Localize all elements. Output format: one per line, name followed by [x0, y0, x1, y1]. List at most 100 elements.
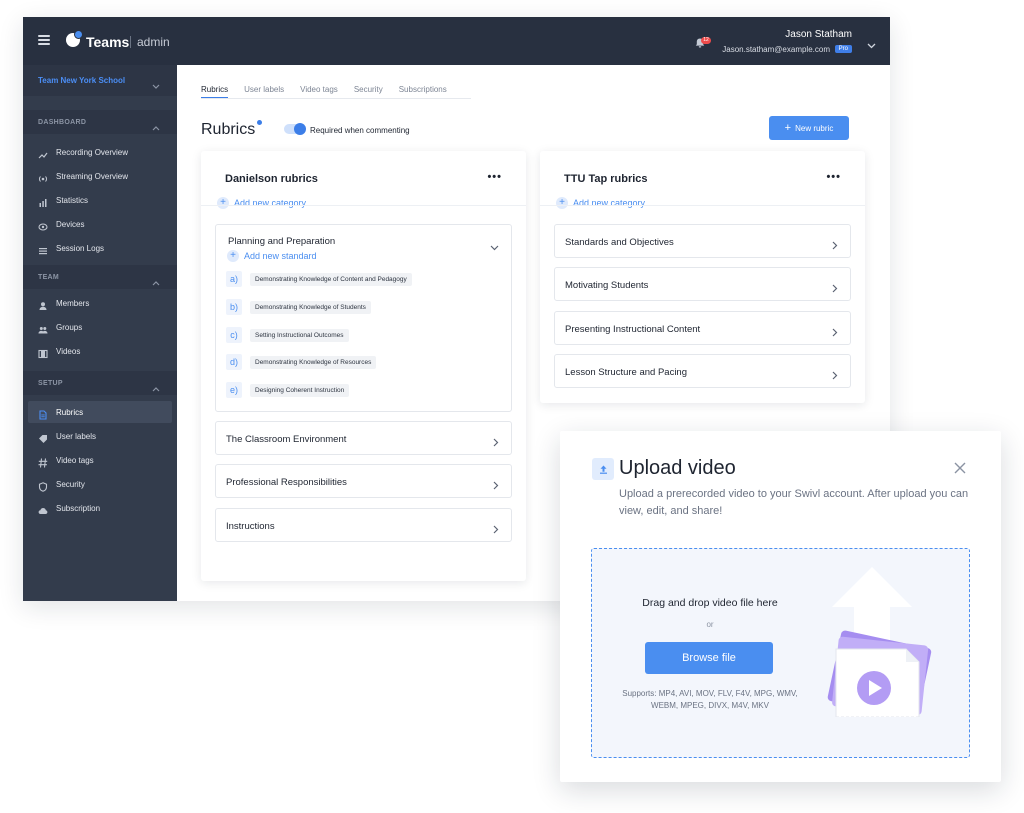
section-team[interactable]: TEAM — [23, 265, 177, 289]
user-icon — [38, 298, 48, 310]
team-name: Team New York School — [38, 76, 126, 85]
category-row[interactable]: Presenting Instructional Content — [554, 311, 851, 345]
sidebar-item-label: Session Logs — [56, 244, 105, 253]
more-options-icon[interactable]: ••• — [487, 171, 502, 183]
standard-letter: b) — [226, 299, 242, 315]
sidebar-item-label: Groups — [56, 323, 83, 332]
group-icon — [38, 322, 48, 334]
page-title: Rubrics — [201, 121, 256, 138]
sidebar-item-label: Streaming Overview — [56, 172, 129, 181]
sidebar-item-video-tags[interactable]: Video tags — [28, 449, 172, 471]
standard-letter: c) — [226, 327, 242, 343]
add-category-label: Add new category — [234, 198, 307, 208]
standard-letter: e) — [226, 382, 242, 398]
standard-letter: a) — [226, 271, 242, 287]
chevron-down-icon[interactable] — [490, 238, 499, 256]
bar-chart-icon — [38, 195, 48, 207]
tab-security[interactable]: Security — [354, 85, 383, 98]
sidebar: Team New York School DASHBOARD Recording… — [23, 65, 177, 601]
list-icon — [38, 243, 48, 255]
standard-chip[interactable]: Demonstrating Knowledge of Content and P… — [250, 272, 412, 286]
plus-circle-icon: + — [217, 197, 229, 209]
sidebar-item-security[interactable]: Security — [28, 473, 172, 495]
category-row[interactable]: Professional Responsibilities — [215, 464, 512, 498]
standard-chip[interactable]: Demonstrating Knowledge of Resources — [250, 355, 377, 369]
menu-icon[interactable] — [38, 35, 50, 45]
close-icon[interactable] — [953, 461, 967, 475]
section-setup[interactable]: SETUP — [23, 371, 177, 395]
rubric-card-danielson: Danielson rubrics ••• + Add new category… — [201, 151, 526, 581]
rubric-title: TTU Tap rubrics — [564, 173, 648, 185]
standard-item: a) Demonstrating Knowledge of Content an… — [226, 271, 412, 287]
hash-icon — [38, 455, 48, 468]
info-dot-icon — [257, 120, 262, 125]
more-options-icon[interactable]: ••• — [826, 171, 841, 183]
section-title: SETUP — [38, 380, 63, 387]
team-selector[interactable]: Team New York School — [23, 65, 177, 96]
sidebar-item-label: Security — [56, 480, 85, 489]
sidebar-item-statistics[interactable]: Statistics — [28, 189, 172, 211]
required-toggle[interactable] — [284, 123, 306, 135]
tab-subscriptions[interactable]: Subscriptions — [399, 85, 447, 98]
shield-icon — [38, 479, 48, 492]
standard-chip[interactable]: Setting Instructional Outcomes — [250, 328, 349, 342]
sidebar-item-devices[interactable]: Devices — [28, 213, 172, 235]
sidebar-item-groups[interactable]: Groups — [28, 316, 172, 338]
chevron-right-icon — [832, 367, 838, 385]
tab-video-tags[interactable]: Video tags — [300, 85, 338, 98]
category-row[interactable]: The Classroom Environment — [215, 421, 512, 455]
sidebar-item-subscription[interactable]: Subscription — [28, 497, 172, 519]
sidebar-item-videos[interactable]: Videos — [28, 340, 172, 362]
standard-chip[interactable]: Demonstrating Knowledge of Students — [250, 300, 371, 314]
new-rubric-label: New rubric — [795, 123, 834, 133]
film-icon — [38, 346, 48, 359]
teams-logo-icon — [66, 30, 83, 47]
category-row[interactable]: Motivating Students — [554, 267, 851, 301]
sidebar-item-rubrics[interactable]: Rubrics — [28, 401, 172, 423]
tab-rubrics[interactable]: Rubrics — [201, 85, 229, 98]
line-chart-icon — [38, 147, 48, 159]
sidebar-item-session-logs[interactable]: Session Logs — [28, 237, 172, 259]
or-text: or — [706, 620, 714, 629]
divider — [201, 205, 526, 206]
chevron-right-icon — [493, 477, 499, 495]
section-dashboard[interactable]: DASHBOARD — [23, 110, 177, 134]
chevron-up-icon — [152, 273, 160, 291]
chevron-down-icon[interactable] — [867, 36, 876, 54]
category-row[interactable]: Standards and Objectives — [554, 224, 851, 258]
chevron-up-icon — [152, 379, 160, 397]
tab-user-labels[interactable]: User labels — [244, 85, 284, 98]
device-icon — [38, 219, 48, 231]
sidebar-item-members[interactable]: Members — [28, 292, 172, 314]
new-rubric-button[interactable]: + New rubric — [769, 116, 849, 140]
category-row[interactable]: Instructions — [215, 508, 512, 542]
add-category-button[interactable]: + Add new category — [556, 197, 645, 209]
standard-chip[interactable]: Designing Coherent Instruction — [250, 383, 350, 397]
category-label: Lesson Structure and Pacing — [565, 367, 687, 378]
category-title: Planning and Preparation — [228, 236, 336, 247]
browse-file-button[interactable]: Browse file — [645, 642, 773, 674]
add-standard-button[interactable]: + Add new standard — [227, 250, 317, 262]
category-row[interactable]: Lesson Structure and Pacing — [554, 354, 851, 388]
standard-item: b) Demonstrating Knowledge of Students — [226, 299, 371, 315]
video-file-illustration — [821, 567, 941, 725]
brand-name: Teams — [86, 34, 130, 50]
label-icon — [38, 431, 48, 443]
document-icon — [38, 407, 48, 420]
chevron-right-icon — [832, 280, 838, 298]
upload-icon — [592, 458, 614, 480]
standard-letter: d) — [226, 354, 242, 370]
sidebar-item-recording-overview[interactable]: Recording Overview — [28, 141, 172, 163]
broadcast-icon — [38, 171, 48, 182]
divider — [540, 205, 865, 206]
drop-zone[interactable]: Drag and drop video file here or Browse … — [591, 548, 970, 758]
add-category-button[interactable]: + Add new category — [217, 197, 306, 209]
sidebar-item-streaming-overview[interactable]: Streaming Overview — [28, 165, 172, 187]
category-label: Instructions — [226, 521, 275, 532]
sidebar-item-user-labels[interactable]: User labels — [28, 425, 172, 447]
chevron-right-icon — [493, 521, 499, 539]
toggle-label: Required when commenting — [310, 126, 410, 135]
brand-divider — [130, 36, 131, 48]
cloud-icon — [38, 503, 48, 514]
sidebar-item-label: Videos — [56, 347, 81, 356]
